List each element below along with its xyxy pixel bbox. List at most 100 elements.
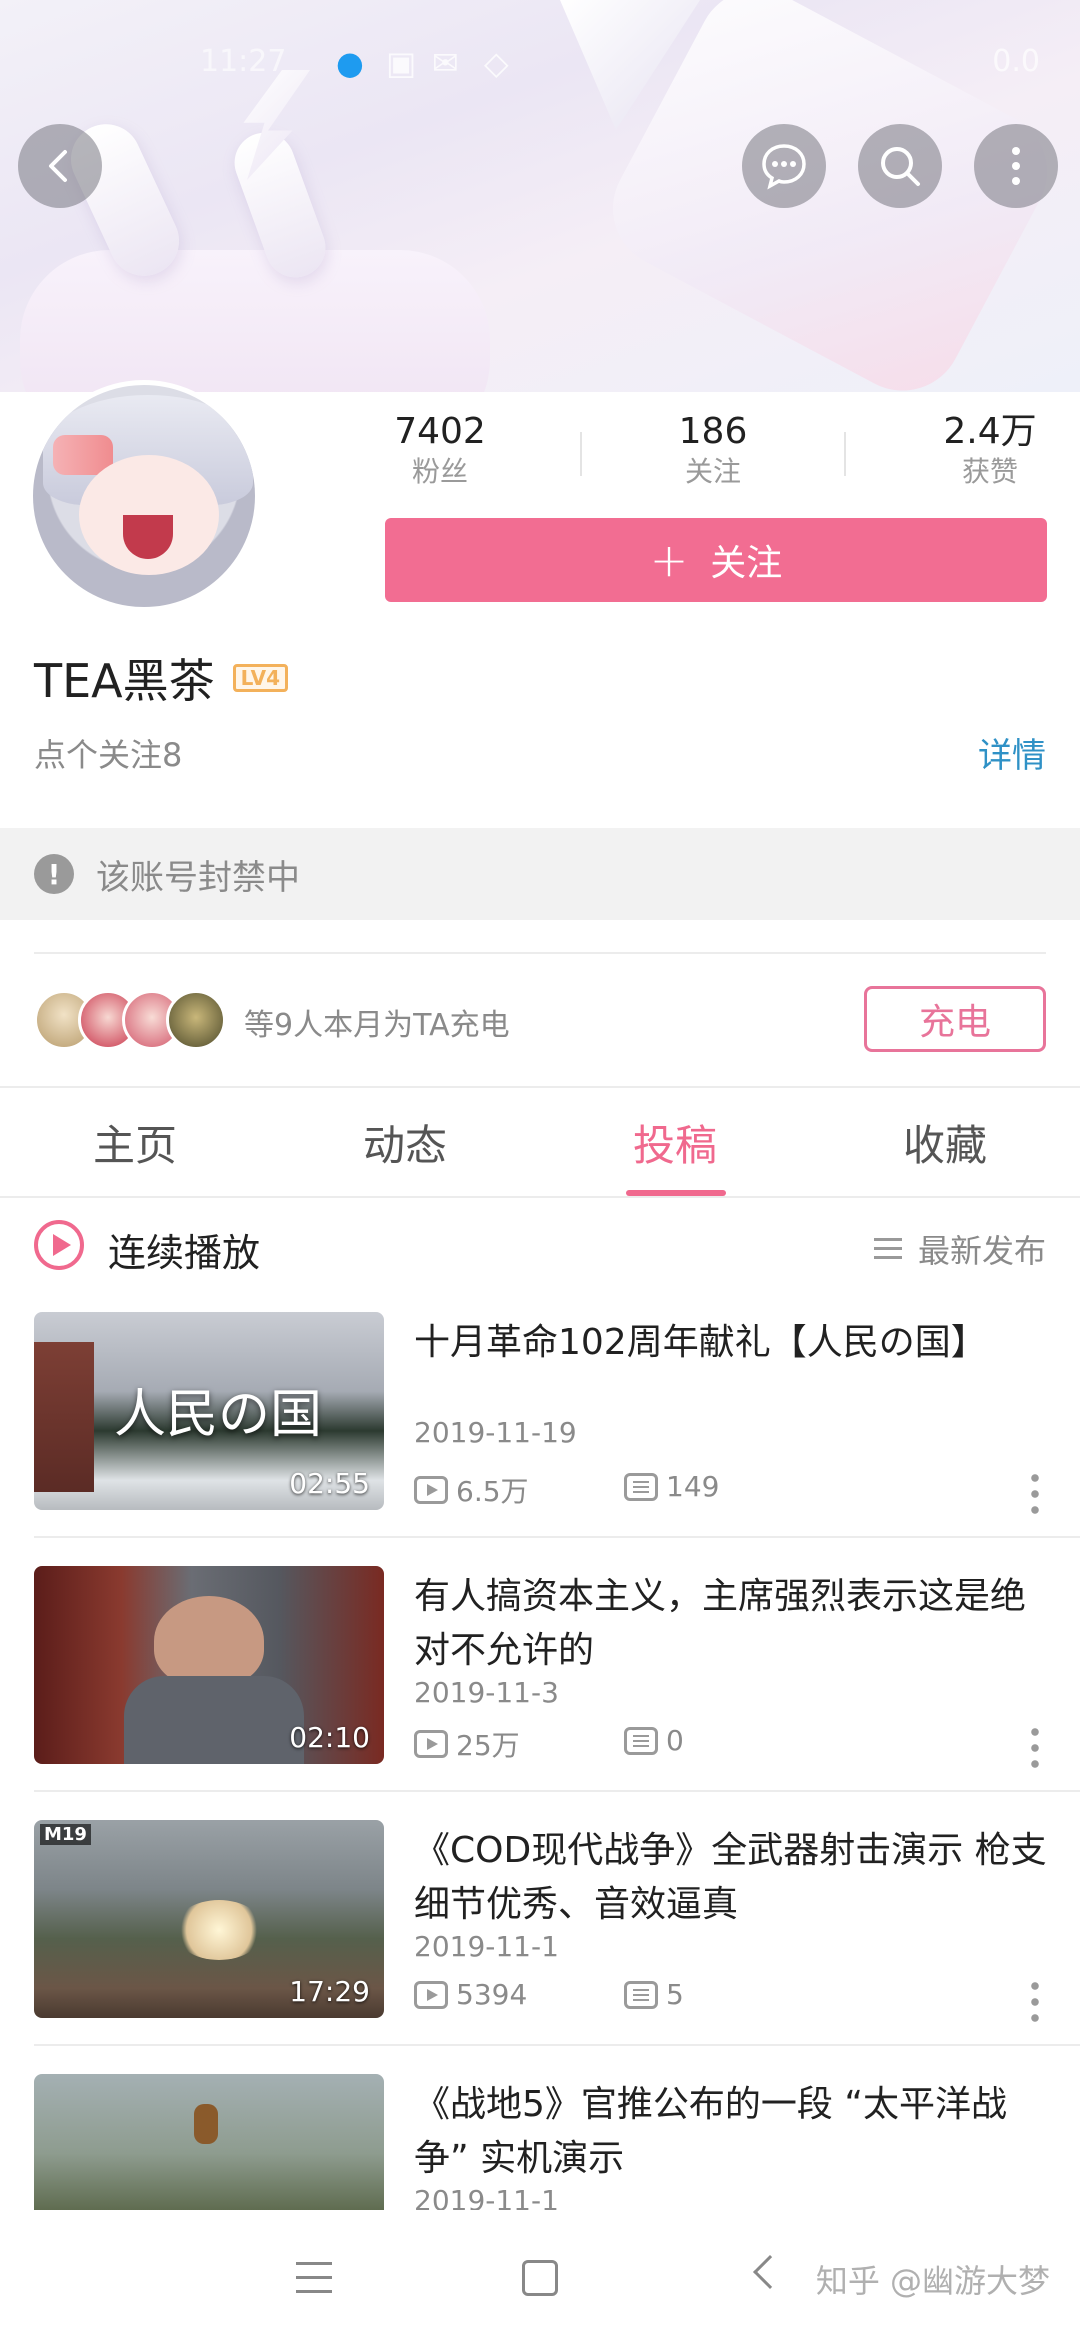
tab-favorites[interactable]: 收藏 <box>810 1112 1080 1173</box>
more-vertical-icon[interactable] <box>1030 1978 1040 2024</box>
divider <box>34 1536 1080 1538</box>
list-icon <box>873 1238 902 1260</box>
profile-stats: 7402 粉丝 186 关注 2.4万 获赞 <box>380 410 1050 500</box>
video-item[interactable]: 人民の国 02:55 十月革命102周年献礼【人民の国】 2019-11-19 … <box>0 1310 1080 1564</box>
video-views-value: 6.5万 <box>456 1475 529 1508</box>
video-title[interactable]: 有人搞资本主义，主席强烈表示这是绝对不允许的 <box>414 1570 1054 1678</box>
video-comments-value: 5 <box>666 1978 684 2011</box>
avatar[interactable] <box>28 380 260 612</box>
thumbnail-art <box>34 1342 94 1492</box>
qq-icon: ● <box>336 44 364 82</box>
play-circle-icon[interactable] <box>34 1220 84 1270</box>
stat-label: 获赞 <box>961 455 1018 488</box>
divider <box>34 2044 1080 2046</box>
comment-count-icon <box>624 1980 658 2009</box>
tab-home[interactable]: 主页 <box>0 1112 270 1173</box>
level-badge: LV4 <box>232 664 289 692</box>
stat-fans[interactable]: 7402 粉丝 <box>340 410 540 490</box>
video-thumbnail[interactable] <box>34 2074 384 2212</box>
tab-uploads[interactable]: 投稿 <box>540 1112 810 1173</box>
divider <box>34 1790 1080 1792</box>
thumbnail-art <box>154 1596 264 1686</box>
video-views-value: 5394 <box>456 1978 528 2011</box>
home-icon[interactable] <box>522 2260 558 2296</box>
more-button[interactable] <box>974 124 1058 208</box>
back-arrow-icon <box>49 150 67 182</box>
stat-following[interactable]: 186 关注 <box>613 410 813 490</box>
video-date: 2019-11-1 <box>414 2184 559 2212</box>
thumbnail-art <box>194 2104 218 2144</box>
video-item[interactable]: 02:10 有人搞资本主义，主席强烈表示这是绝对不允许的 2019-11-3 2… <box>0 1564 1080 1818</box>
more-vertical-icon <box>1012 147 1020 185</box>
video-comments: 5 <box>624 1978 684 2011</box>
back-icon[interactable] <box>753 2255 787 2289</box>
menu-icon[interactable] <box>296 2262 332 2294</box>
profile-tabs: 主页 动态 投稿 收藏 <box>0 1090 1080 1198</box>
video-title[interactable]: 十月革命102周年献礼【人民の国】 <box>414 1316 1054 1370</box>
video-date: 2019-11-3 <box>414 1676 559 1709</box>
divider <box>34 952 1046 954</box>
comment-count-icon <box>624 1472 658 1501</box>
sort-button[interactable]: 最新发布 <box>873 1226 1046 1272</box>
follow-button[interactable]: + 关注 <box>385 518 1047 602</box>
video-item[interactable]: 《战地5》官推公布的一段 “太平洋战争” 实机演示 2019-11-1 <box>0 2072 1080 2212</box>
video-date: 2019-11-19 <box>414 1416 577 1449</box>
video-views: 5394 <box>414 1978 527 2011</box>
message-button[interactable] <box>742 124 826 208</box>
banned-notice: ! 该账号封禁中 <box>0 828 1080 920</box>
video-duration: 02:55 <box>289 1467 370 1500</box>
video-duration: 17:29 <box>289 1975 370 2008</box>
notification-icon: ▣ <box>386 44 417 82</box>
charge-text: 等9人本月为TA充电 <box>244 1008 510 1043</box>
more-vertical-icon[interactable] <box>1030 1724 1040 1770</box>
stat-divider <box>844 432 846 476</box>
charge-button[interactable]: 充电 <box>864 986 1046 1052</box>
video-comments-value: 149 <box>666 1470 720 1503</box>
divider <box>0 1196 1080 1198</box>
network-speed: 0.0 <box>992 44 1040 79</box>
video-thumbnail[interactable]: 人民の国 02:55 <box>34 1312 384 1510</box>
thumbnail-art <box>174 1900 264 1960</box>
message-icon <box>762 144 806 190</box>
profile-banner: 11:27 ● ▣ ✉ ◇ 0.0 <box>0 0 1080 392</box>
shield-icon: ◇ <box>484 44 509 82</box>
stat-value: 186 <box>678 411 748 452</box>
video-title[interactable]: 《COD现代战争》全武器射击演示 枪支细节优秀、音效逼真 <box>414 1824 1054 1932</box>
charger-avatar <box>166 990 226 1050</box>
stat-value: 7402 <box>394 411 486 452</box>
video-views: 25万 <box>414 1724 520 1764</box>
video-item[interactable]: M19 17:29 《COD现代战争》全武器射击演示 枪支细节优秀、音效逼真 2… <box>0 1818 1080 2072</box>
video-title[interactable]: 《战地5》官推公布的一段 “太平洋战争” 实机演示 <box>414 2078 1054 2186</box>
play-count-icon <box>414 1730 448 1758</box>
stat-label: 关注 <box>684 455 741 488</box>
video-comments: 0 <box>624 1724 684 1757</box>
video-thumbnail[interactable]: M19 17:29 <box>34 1820 384 2018</box>
thumbnail-art <box>124 1676 304 1764</box>
play-count-icon <box>414 1980 448 2009</box>
detail-link[interactable]: 详情 <box>978 728 1046 777</box>
thumbnail-text: 人民の国 <box>114 1385 323 1445</box>
video-comments-value: 0 <box>666 1724 684 1757</box>
back-button[interactable] <box>18 124 102 208</box>
stat-value: 2.4万 <box>943 411 1037 452</box>
video-duration: 02:10 <box>289 1721 370 1754</box>
username: TEA黑茶 <box>34 654 215 708</box>
status-time: 11:27 <box>200 44 287 79</box>
search-icon <box>881 147 920 186</box>
sort-label: 最新发布 <box>917 1232 1046 1270</box>
status-bar: 11:27 ● ▣ ✉ ◇ 0.0 <box>0 36 1080 86</box>
tab-dynamics[interactable]: 动态 <box>270 1112 540 1173</box>
video-thumbnail[interactable]: 02:10 <box>34 1566 384 1764</box>
banned-text: 该账号封禁中 <box>96 857 300 898</box>
charge-row: 等9人本月为TA充电 充电 <box>0 980 1080 1060</box>
signature: 点个关注8 <box>34 736 183 774</box>
system-nav-bar: 知乎 @幽游大梦 <box>0 2210 1080 2340</box>
warning-icon: ! <box>34 854 74 894</box>
stat-likes[interactable]: 2.4万 获赞 <box>890 410 1080 490</box>
continuous-play-label[interactable]: 连续播放 <box>108 1222 260 1277</box>
watermark: 知乎 @幽游大梦 <box>815 2262 1050 2300</box>
video-views: 6.5万 <box>414 1470 529 1510</box>
more-vertical-icon[interactable] <box>1030 1470 1040 1516</box>
username-row: TEA黑茶 LV4 <box>34 650 289 708</box>
search-button[interactable] <box>858 124 942 208</box>
